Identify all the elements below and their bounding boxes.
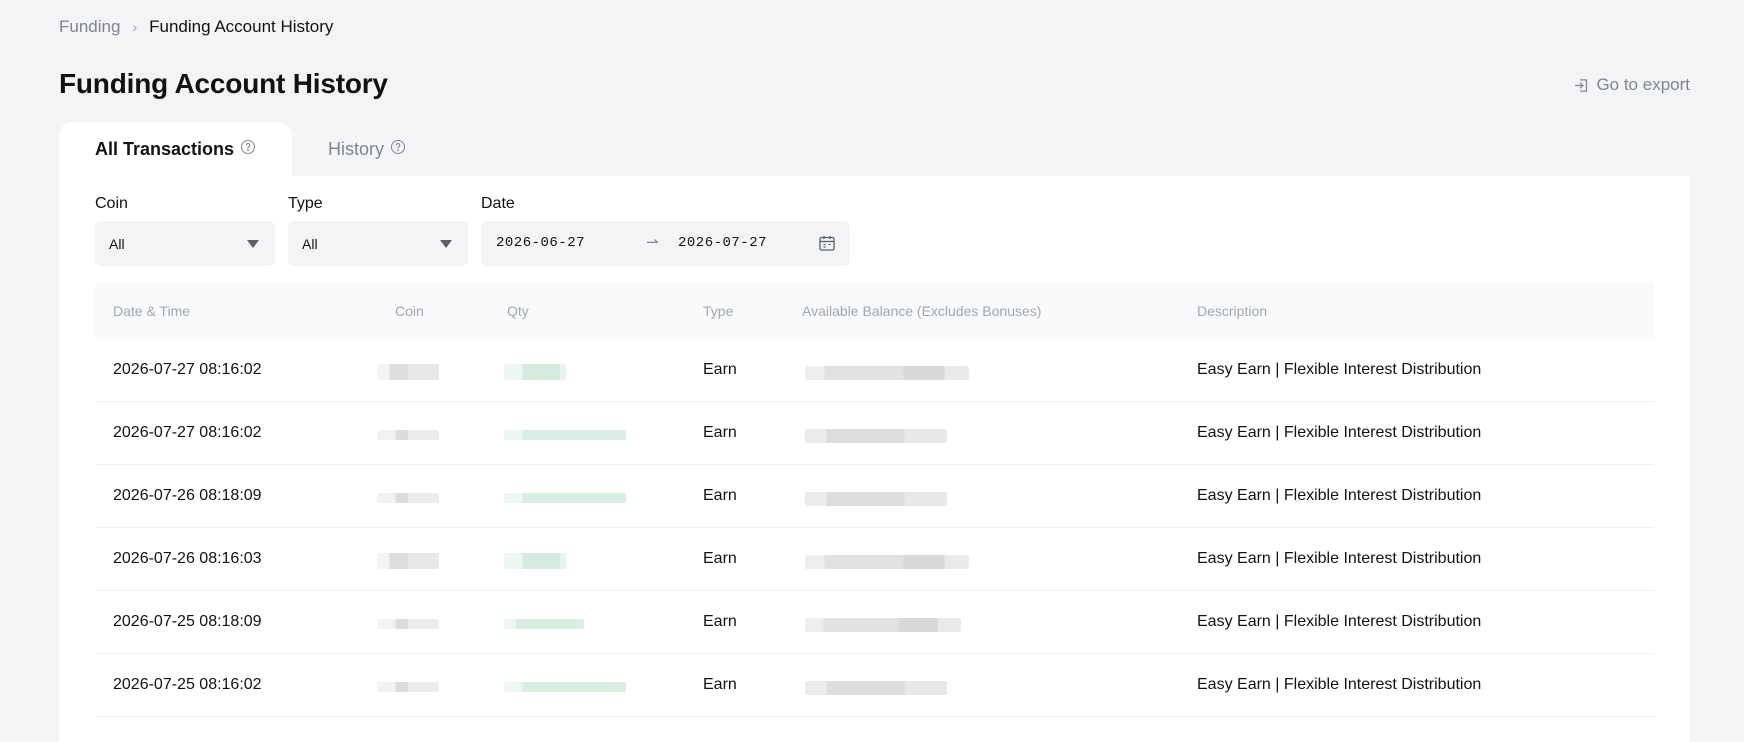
breadcrumb-funding-link[interactable]: Funding	[59, 17, 120, 37]
balance-blurred	[805, 555, 969, 569]
question-circle-icon[interactable]	[240, 139, 256, 155]
row-type: Earn	[703, 424, 737, 441]
breadcrumb-current: Funding Account History	[149, 17, 334, 36]
qty-blurred	[504, 553, 566, 569]
type-select-value: All	[302, 235, 318, 252]
column-header-description: Description	[1197, 303, 1268, 319]
history-card: All Transactions History Coin All Type A…	[59, 122, 1690, 742]
qty-blurred	[504, 679, 626, 692]
breadcrumb: Funding › Funding Account History	[59, 17, 333, 37]
balance-blurred	[805, 429, 947, 443]
coin-select[interactable]: All	[95, 221, 275, 266]
table-row: 2026-07-25 08:16:02 Earn Easy Earn | Fle…	[95, 654, 1654, 717]
tab-history[interactable]: History	[328, 122, 406, 176]
go-to-export-label: Go to export	[1596, 75, 1690, 94]
row-type: Earn	[703, 361, 737, 378]
qty-blurred	[504, 616, 584, 629]
table-row: 2026-07-26 08:16:03 Earn Easy Earn | Fle…	[95, 528, 1654, 591]
table-header: Date & Time Coin Qty Type Available Bala…	[95, 282, 1654, 339]
coin-select-value: All	[109, 235, 125, 252]
column-header-date-time: Date & Time	[113, 303, 191, 319]
row-description: Easy Earn | Flexible Interest Distributi…	[1197, 676, 1482, 693]
row-datetime: 2026-07-26 08:16:03	[113, 550, 262, 567]
balance-blurred	[805, 492, 947, 506]
caret-down-icon	[247, 239, 259, 248]
chevron-right-icon: ›	[132, 19, 138, 35]
date-start-input[interactable]: 2026-06-27	[496, 235, 585, 251]
arrow-right-icon: ⇀	[646, 233, 660, 251]
column-header-coin: Coin	[395, 303, 424, 319]
row-description: Easy Earn | Flexible Interest Distributi…	[1197, 361, 1482, 378]
table-row: 2026-07-27 08:16:02 Earn Easy Earn | Fle…	[95, 339, 1654, 402]
date-end-input[interactable]: 2026-07-27	[678, 235, 767, 251]
table-row: 2026-07-26 08:18:09 Earn Easy Earn | Fle…	[95, 465, 1654, 528]
row-datetime: 2026-07-27 08:16:02	[113, 361, 262, 378]
balance-blurred	[805, 681, 947, 695]
column-header-available-balance: Available Balance (Excludes Bonuses)	[802, 303, 1042, 319]
coin-blurred	[377, 616, 439, 629]
tab-all-transactions[interactable]: All Transactions	[59, 122, 292, 176]
qty-blurred	[504, 364, 566, 380]
coin-blurred	[377, 490, 439, 503]
coin-blurred	[377, 364, 439, 380]
qty-blurred	[504, 490, 626, 503]
coin-blurred	[377, 679, 439, 692]
type-filter-label: Type	[288, 195, 323, 212]
row-datetime: 2026-07-25 08:18:09	[113, 613, 262, 630]
tab-bar: All Transactions History	[59, 122, 1690, 176]
row-description: Easy Earn | Flexible Interest Distributi…	[1197, 424, 1482, 441]
tab-all-transactions-label: All Transactions	[95, 138, 235, 159]
row-type: Earn	[703, 487, 737, 504]
table-row: 2026-07-27 08:16:02 Earn Easy Earn | Fle…	[95, 402, 1654, 465]
row-type: Earn	[703, 550, 737, 567]
column-header-type: Type	[703, 303, 734, 319]
type-select[interactable]: All	[288, 221, 468, 266]
page-title: Funding Account History	[59, 68, 388, 99]
balance-blurred	[805, 366, 969, 380]
row-type: Earn	[703, 676, 737, 693]
transactions-table: Date & Time Coin Qty Type Available Bala…	[95, 282, 1654, 717]
coin-blurred	[377, 553, 439, 569]
row-type: Earn	[703, 613, 737, 630]
go-to-export-button[interactable]: Go to export	[1573, 75, 1690, 95]
row-description: Easy Earn | Flexible Interest Distributi…	[1197, 550, 1482, 567]
question-circle-icon[interactable]	[390, 139, 406, 155]
row-datetime: 2026-07-25 08:16:02	[113, 676, 262, 693]
export-icon	[1575, 78, 1588, 92]
row-datetime: 2026-07-27 08:16:02	[113, 424, 262, 441]
date-filter-label: Date	[481, 195, 515, 212]
row-datetime: 2026-07-26 08:18:09	[113, 487, 262, 504]
table-row: 2026-07-25 08:18:09 Earn Easy Earn | Fle…	[95, 591, 1654, 654]
coin-blurred	[377, 427, 439, 440]
qty-blurred	[504, 427, 626, 440]
tab-history-label: History	[328, 138, 385, 159]
date-range-picker[interactable]: 2026-06-27 ⇀ 2026-07-27	[481, 221, 850, 266]
coin-filter-label: Coin	[95, 195, 128, 212]
row-description: Easy Earn | Flexible Interest Distributi…	[1197, 613, 1482, 630]
caret-down-icon	[440, 239, 452, 248]
row-description: Easy Earn | Flexible Interest Distributi…	[1197, 487, 1482, 504]
balance-blurred	[805, 618, 961, 632]
calendar-icon[interactable]	[818, 234, 836, 252]
column-header-qty: Qty	[507, 303, 529, 319]
